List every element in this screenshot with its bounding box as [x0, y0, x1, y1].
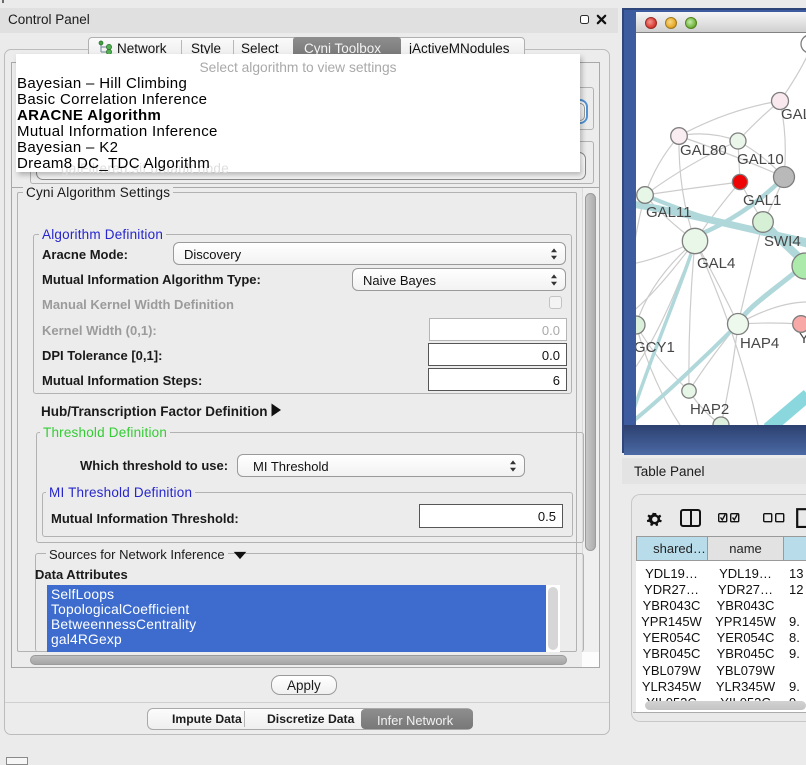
svg-text:Y: Y: [799, 330, 806, 347]
svg-text:GAL1: GAL1: [743, 192, 781, 209]
svg-text:SWI4: SWI4: [764, 233, 801, 250]
svg-text:GAL4: GAL4: [697, 255, 735, 272]
svg-text:HAP4: HAP4: [740, 335, 779, 352]
svg-text:GCY1: GCY1: [636, 339, 675, 356]
svg-text:HAP2: HAP2: [690, 401, 729, 418]
svg-text:GAL10: GAL10: [737, 151, 784, 168]
svg-text:GAL2: GAL2: [781, 106, 806, 123]
svg-text:GAL11: GAL11: [646, 204, 692, 221]
svg-text:GAL80: GAL80: [680, 142, 727, 159]
